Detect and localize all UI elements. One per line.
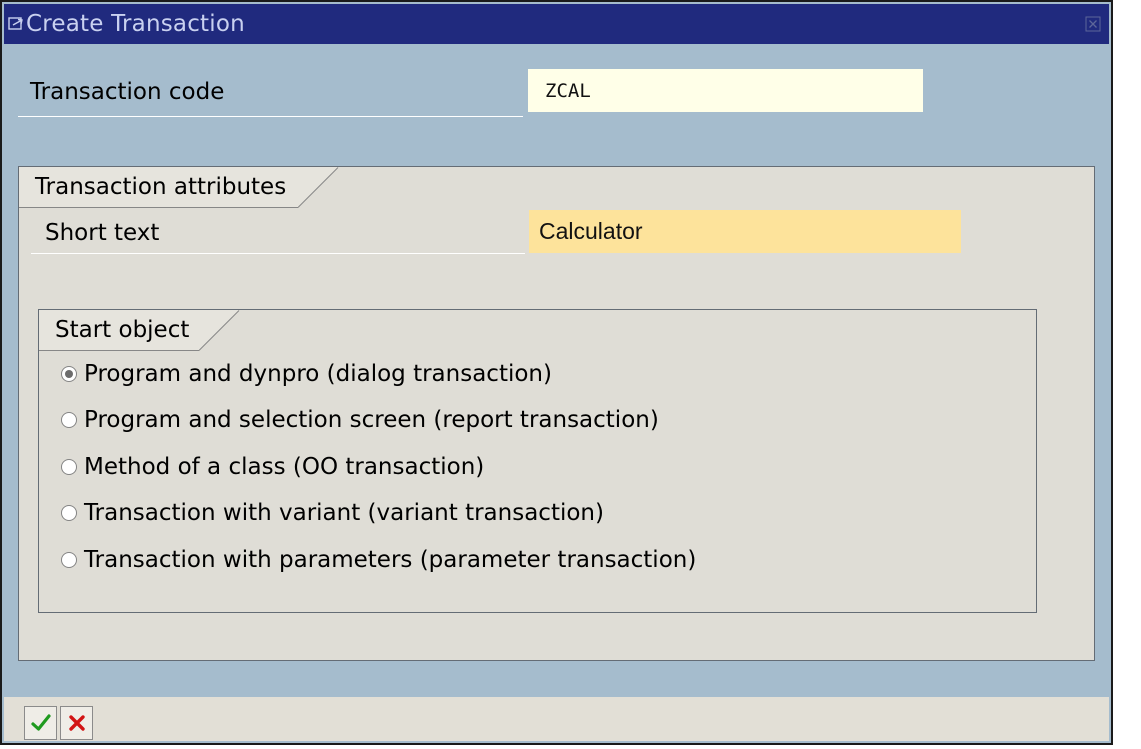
create-transaction-dialog: Create Transaction Transaction code Tran… (0, 0, 1113, 745)
radio-label: Method of a class (OO transaction) (84, 454, 485, 480)
transaction-code-input[interactable] (528, 69, 923, 112)
short-text-label: Short text (45, 220, 160, 246)
start-object-group: Start object Program and dynpro (dialog … (38, 309, 1037, 613)
radio-label: Program and selection screen (report tra… (84, 407, 659, 433)
radio-button[interactable] (61, 459, 77, 475)
dialog-icon (8, 16, 24, 32)
group-header-slant (298, 167, 339, 208)
radio-label: Transaction with variant (variant transa… (84, 500, 604, 526)
transaction-code-row: Transaction code (18, 67, 926, 117)
group-header: Transaction attributes (19, 167, 339, 208)
radio-label: Transaction with parameters (parameter t… (84, 547, 697, 573)
close-icon[interactable] (1085, 16, 1101, 32)
label-underline (31, 253, 525, 254)
radio-button-selected[interactable] (61, 366, 77, 382)
radio-label: Program and dynpro (dialog transaction) (84, 361, 552, 387)
window-title: Create Transaction (26, 11, 245, 37)
radio-report-transaction[interactable]: Program and selection screen (report tra… (61, 405, 659, 435)
radio-oo-transaction[interactable]: Method of a class (OO transaction) (61, 452, 484, 482)
radio-button[interactable] (61, 552, 77, 568)
radio-variant-transaction[interactable]: Transaction with variant (variant transa… (61, 498, 604, 528)
confirm-button[interactable] (24, 706, 57, 740)
group-title: Transaction attributes (35, 174, 287, 200)
radio-parameter-transaction[interactable]: Transaction with parameters (parameter t… (61, 545, 696, 575)
cancel-button[interactable] (60, 706, 93, 740)
label-underline (18, 116, 523, 117)
radio-dialog-transaction[interactable]: Program and dynpro (dialog transaction) (61, 359, 552, 389)
short-text-input[interactable] (529, 210, 961, 253)
group-header: Start object (39, 310, 240, 351)
transaction-code-label: Transaction code (30, 79, 225, 105)
button-bar (4, 697, 1109, 741)
radio-button[interactable] (61, 412, 77, 428)
title-bar[interactable]: Create Transaction (4, 4, 1109, 44)
short-text-row: Short text (31, 209, 966, 255)
radio-button[interactable] (61, 505, 77, 521)
group-title: Start object (55, 317, 190, 343)
group-header-slant (199, 310, 240, 351)
